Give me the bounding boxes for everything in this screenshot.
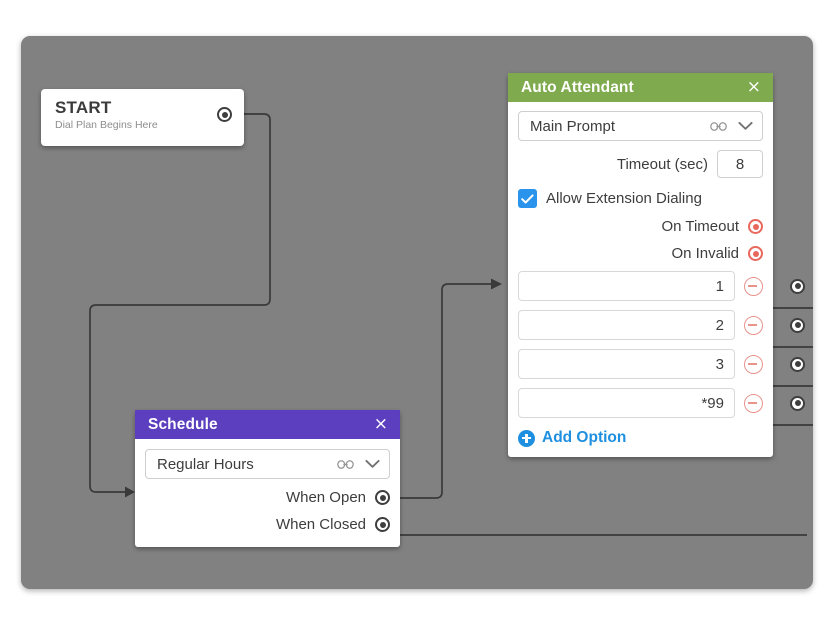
auto-attendant-node[interactable]: Auto Attendant × Main Prompt Timeout (se… [508,73,805,457]
auto-attendant-body: Main Prompt Timeout (sec) 8 Allow Extens… [508,102,805,457]
schedule-hours-value: Regular Hours [157,455,254,473]
add-option-button[interactable]: Add Option [518,429,763,447]
option-row: 2 [518,310,805,340]
wire-whenopen-to-autoattendant [385,283,491,499]
chevron-down-icon[interactable] [365,459,380,469]
option-1-input[interactable]: 1 [518,271,735,301]
allow-extension-dialing-label: Allow Extension Dialing [546,190,702,207]
schedule-body: Regular Hours When Open When Closed [135,439,400,547]
schedule-hours-select[interactable]: Regular Hours [145,449,390,479]
chevron-down-icon[interactable] [738,121,753,131]
option-row: 1 [518,271,805,301]
option-row: 3 [518,349,805,379]
minus-circle-icon[interactable] [744,354,763,374]
when-closed-label: When Closed [275,516,366,533]
when-closed-row: When Closed [145,516,390,533]
minus-circle-icon[interactable] [744,276,763,296]
plus-circle-icon [518,429,535,447]
timeout-input[interactable]: 8 [717,150,763,178]
when-open-label: When Open [285,489,366,506]
option-4-output-port[interactable] [790,395,805,411]
close-icon[interactable]: × [747,79,761,96]
option-3-input[interactable]: 3 [518,349,735,379]
timeout-row: Timeout (sec) 8 [518,150,763,178]
start-output-port[interactable] [217,107,232,122]
when-open-port[interactable] [375,490,390,505]
chain-link-icon[interactable] [710,121,727,132]
option-row: *99 [518,388,805,418]
schedule-node[interactable]: Schedule × Regular Hours When Open When … [135,410,400,547]
start-node[interactable]: START Dial Plan Begins Here [41,89,244,146]
when-open-row: When Open [145,489,390,506]
option-3-output-port[interactable] [790,356,805,372]
on-invalid-port[interactable] [748,246,763,261]
close-icon[interactable]: × [374,416,388,433]
main-prompt-value: Main Prompt [530,117,616,135]
option-4-input[interactable]: *99 [518,388,735,418]
auto-attendant-title: Auto Attendant [521,78,634,96]
start-node-subtitle: Dial Plan Begins Here [55,119,158,131]
option-2-output-port[interactable] [790,317,805,333]
on-timeout-port[interactable] [748,219,763,234]
schedule-title: Schedule [148,415,218,433]
auto-attendant-header: Auto Attendant × [508,73,773,102]
arrowhead-schedule-input [125,486,135,498]
on-timeout-label: On Timeout [661,218,739,235]
on-invalid-label: On Invalid [671,245,739,262]
timeout-label: Timeout (sec) [616,155,708,173]
on-invalid-row: On Invalid [518,245,763,262]
schedule-header: Schedule × [135,410,400,439]
chain-link-icon[interactable] [337,459,354,470]
on-timeout-row: On Timeout [518,218,763,235]
main-prompt-select[interactable]: Main Prompt [518,111,763,141]
add-option-label: Add Option [542,429,627,446]
when-closed-port[interactable] [375,517,390,532]
minus-circle-icon[interactable] [744,315,763,335]
minus-circle-icon[interactable] [744,393,763,413]
arrowhead-autoattendant-input [491,278,502,290]
allow-extension-dialing-row[interactable]: Allow Extension Dialing [518,189,763,208]
dial-plan-canvas[interactable]: START Dial Plan Begins Here Auto Attenda… [21,36,813,589]
allow-extension-dialing-checkbox[interactable] [518,189,537,208]
option-1-output-port[interactable] [790,278,805,294]
option-2-input[interactable]: 2 [518,310,735,340]
start-node-title: START [55,98,112,117]
